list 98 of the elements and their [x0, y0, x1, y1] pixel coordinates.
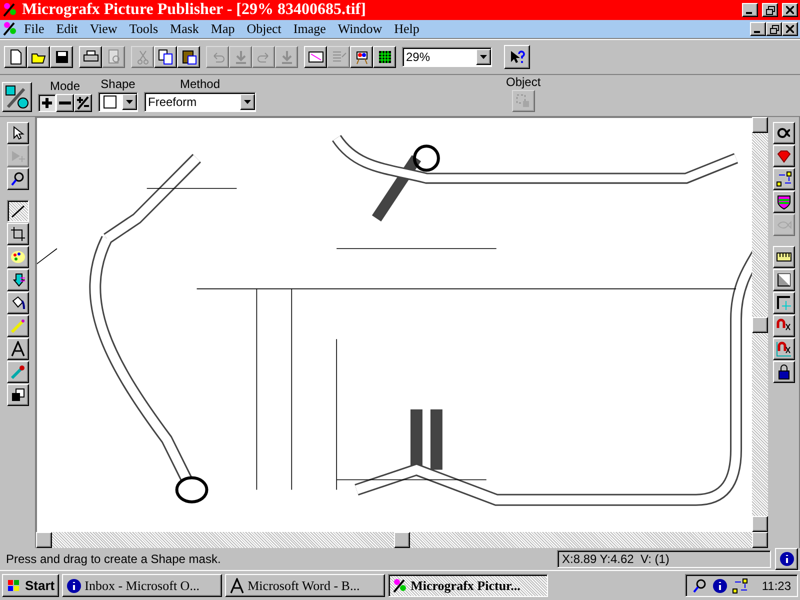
- vertical-scrollbar[interactable]: [752, 117, 768, 532]
- gradient-icon: [776, 272, 792, 288]
- lock-icon: [776, 364, 792, 380]
- mode-button[interactable]: [38, 94, 56, 112]
- zoom-dropdown[interactable]: 29%: [402, 47, 492, 67]
- taskbar-button[interactable]: Microsoft Word - B...: [224, 574, 385, 597]
- menu-item[interactable]: File: [18, 21, 50, 37]
- restore-button[interactable]: [762, 3, 778, 17]
- restore-icon: [770, 24, 778, 34]
- menu-item[interactable]: Help: [388, 21, 426, 37]
- text-icon: [10, 341, 26, 357]
- arrows-icon: [732, 578, 748, 594]
- save-icon: [54, 49, 70, 65]
- shape-dropdown[interactable]: [98, 92, 138, 112]
- crop-icon: [10, 226, 26, 242]
- menu-item[interactable]: View: [84, 21, 124, 37]
- close-button[interactable]: [782, 3, 798, 17]
- restore-icon: [766, 6, 774, 14]
- toolbar-button[interactable]: [79, 46, 102, 68]
- toolbar-button[interactable]: [304, 46, 327, 68]
- cut-icon: [134, 49, 150, 65]
- menu-item[interactable]: Window: [332, 21, 388, 37]
- gem-icon: [776, 148, 792, 164]
- magnifier-icon: [692, 578, 708, 594]
- object-button[interactable]: [512, 90, 535, 112]
- start-button[interactable]: Start: [2, 574, 59, 597]
- help-button[interactable]: [504, 45, 530, 69]
- horizontal-scrollbar[interactable]: [36, 532, 768, 548]
- toolbar-button[interactable]: [154, 46, 177, 68]
- restore-button[interactable]: [766, 22, 782, 36]
- corner-icon: [776, 295, 792, 311]
- clock: 11:23: [762, 578, 791, 592]
- menu-item[interactable]: Map: [204, 21, 241, 37]
- document-icon: [2, 21, 18, 37]
- taskbar-button[interactable]: Inbox - Microsoft O...: [62, 574, 222, 597]
- dropper-icon: [10, 364, 26, 380]
- tool-button[interactable]: [6, 200, 28, 222]
- object-label: Object: [506, 75, 541, 89]
- method-dropdown[interactable]: Freeform: [144, 92, 256, 112]
- copy-icon: [158, 49, 174, 65]
- menu-item[interactable]: Tools: [123, 21, 164, 37]
- toolbar-button[interactable]: [373, 46, 396, 68]
- cursor-coordinates: X:8.89 Y:4.62 V: (1): [557, 550, 771, 568]
- toolbar-button[interactable]: [50, 46, 73, 68]
- close-icon: [786, 6, 794, 14]
- move-icon: [10, 148, 26, 164]
- brush-icon: [392, 578, 408, 594]
- taskbar-button[interactable]: Micrografx Pictur...: [388, 574, 548, 597]
- minimize-button[interactable]: [750, 22, 766, 36]
- app-icon: [2, 2, 18, 18]
- help-pointer-icon: [509, 49, 525, 65]
- toolbar-button[interactable]: [350, 46, 373, 68]
- close-button[interactable]: [782, 22, 798, 36]
- alpha-icon: [776, 125, 792, 141]
- window-title: Micrografx Picture Publisher - [29% 83400685.tif]: [22, 1, 367, 19]
- film-icon: [308, 49, 324, 65]
- colors-icon: [10, 387, 26, 403]
- method-label: Method: [180, 77, 220, 91]
- shape-label: Shape: [100, 77, 136, 91]
- object-icon: [515, 93, 532, 109]
- caret-icon: [480, 55, 487, 59]
- circle-icon: [712, 578, 728, 594]
- status-message: Press and drag to create a Shape mask.: [6, 552, 222, 566]
- windows-logo-icon: [6, 578, 22, 594]
- mask-tool-button[interactable]: [2, 82, 32, 112]
- paste-icon: [180, 49, 196, 65]
- add-icon: [39, 95, 55, 111]
- mask-brush-icon: [4, 84, 30, 110]
- magnet2-icon: [776, 341, 792, 357]
- line-icon: [10, 203, 26, 219]
- mode-label: Mode: [50, 79, 80, 93]
- toolbar-button[interactable]: [27, 46, 50, 68]
- palette-icon: [10, 249, 26, 265]
- minimize-button[interactable]: [742, 3, 758, 17]
- close-icon: [786, 25, 794, 33]
- caret-icon: [244, 100, 251, 104]
- subtract-icon: [59, 101, 71, 105]
- square-icon: [102, 94, 118, 110]
- menu-item[interactable]: Image: [287, 21, 332, 37]
- bucket-icon: [10, 295, 26, 311]
- pencil-icon: [10, 318, 26, 334]
- arrange-icon: [776, 171, 792, 187]
- zoom-icon: [10, 171, 26, 187]
- menu-item[interactable]: Edit: [50, 21, 84, 37]
- grid-icon: [376, 49, 392, 65]
- toolbar-button[interactable]: [177, 46, 200, 68]
- new-icon: [8, 49, 24, 65]
- caret-icon: [126, 100, 133, 104]
- shield-icon: [776, 194, 792, 210]
- letter-icon: [228, 578, 245, 594]
- preview-icon: [106, 49, 122, 65]
- info-icon: [778, 551, 794, 567]
- toolbar-button[interactable]: [4, 46, 27, 68]
- menu-item[interactable]: Mask: [164, 21, 205, 37]
- info-button[interactable]: [775, 548, 798, 570]
- menu-item[interactable]: Object: [240, 21, 288, 37]
- toggle-icon: [75, 95, 91, 111]
- easel-icon: [354, 49, 370, 65]
